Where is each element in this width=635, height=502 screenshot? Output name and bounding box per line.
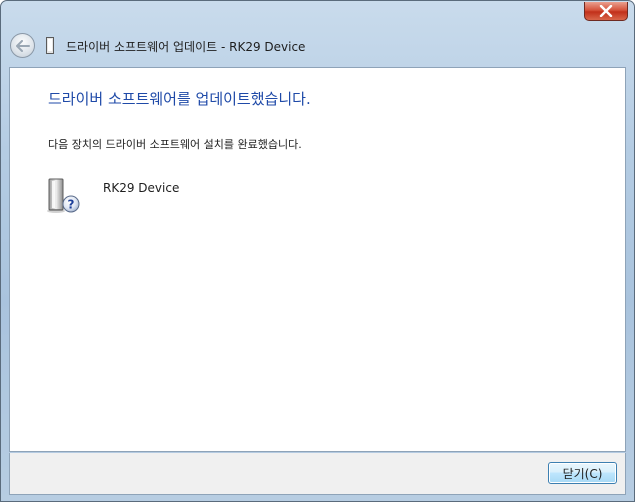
close-icon	[599, 5, 613, 17]
title-bar: 드라이버 소프트웨어 업데이트 - RK29 Device	[1, 25, 634, 65]
device-small-icon	[46, 37, 54, 54]
device-name: RK29 Device	[103, 181, 180, 195]
dialog-window: 드라이버 소프트웨어 업데이트 - RK29 Device 드라이버 소프트웨어…	[0, 0, 635, 502]
close-dialog-button[interactable]: 닫기(C)	[548, 462, 617, 484]
window-title: 드라이버 소프트웨어 업데이트 - RK29 Device	[66, 40, 306, 54]
svg-text:?: ?	[68, 198, 75, 212]
back-arrow-icon	[15, 39, 30, 52]
unknown-device-icon: ?	[47, 178, 80, 213]
back-button[interactable]	[10, 33, 35, 58]
status-description: 다음 장치의 드라이버 소프트웨어 설치를 완료했습니다.	[48, 138, 302, 151]
status-headline: 드라이버 소프트웨어를 업데이트했습니다.	[48, 90, 311, 108]
content-panel: 드라이버 소프트웨어를 업데이트했습니다. 다음 장치의 드라이버 소프트웨어 …	[9, 67, 626, 452]
dialog-footer: 닫기(C)	[9, 453, 626, 495]
window-close-button[interactable]	[584, 2, 628, 21]
